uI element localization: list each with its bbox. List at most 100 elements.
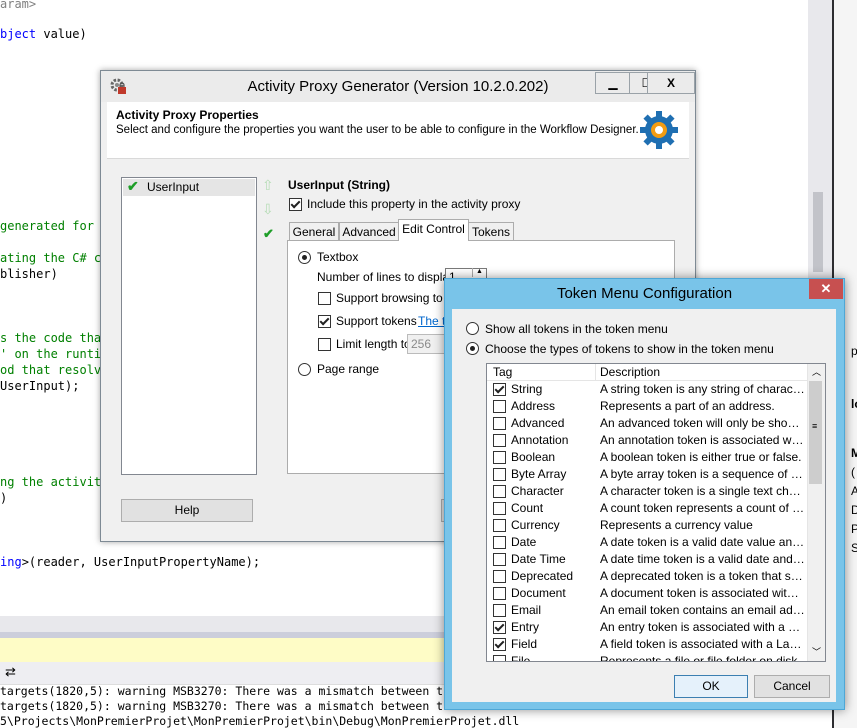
table-row[interactable]: Address Represents a part of an address.: [487, 398, 807, 415]
code-line: UserInput);: [0, 379, 79, 393]
tmc-close-button[interactable]: ✕: [809, 279, 843, 299]
table-row[interactable]: Advanced An advanced token will only be s…: [487, 415, 807, 432]
stepper-up-icon[interactable]: ▲: [472, 268, 486, 277]
code-token: UserInput);: [0, 379, 80, 393]
include-property-checkbox[interactable]: [289, 198, 302, 211]
code-token: ing: [0, 555, 22, 569]
cancel-button[interactable]: Cancel: [754, 675, 830, 698]
close-button[interactable]: X: [647, 72, 695, 94]
token-tag: Advanced: [511, 416, 565, 430]
code-token: value): [36, 27, 87, 41]
output-line: targets(1820,5): warning MSB3270: There …: [0, 699, 444, 713]
table-row[interactable]: Deprecated A deprecated token is a token …: [487, 568, 807, 585]
table-row[interactable]: Character A character token is a single t…: [487, 483, 807, 500]
table-row[interactable]: File Represents a file or file folder on …: [487, 653, 807, 662]
token-description: A byte array token is a sequence of byte…: [600, 467, 805, 481]
token-checkbox[interactable]: [493, 604, 506, 617]
table-row[interactable]: String A string token is any string of ch…: [487, 381, 807, 398]
column-tag[interactable]: Tag: [493, 365, 512, 379]
token-tag: Date Time: [511, 552, 566, 566]
table-row[interactable]: Count A count token represents a count of…: [487, 500, 807, 517]
table-row[interactable]: Boolean A boolean token is either true or…: [487, 449, 807, 466]
tab-edit-control[interactable]: Edit Control: [398, 219, 469, 241]
apg-header-title: Activity Proxy Properties: [116, 108, 259, 122]
scroll-up-icon[interactable]: ︿: [812, 365, 821, 378]
property-list-item[interactable]: ✔ UserInput: [123, 178, 255, 196]
token-checkbox[interactable]: [493, 400, 506, 413]
property-list[interactable]: ✔ UserInput: [121, 177, 257, 475]
tab-advanced[interactable]: Advanced: [339, 222, 399, 242]
support-tokens-label: Support tokens: [336, 314, 417, 328]
token-checkbox[interactable]: [493, 502, 506, 515]
token-description: A count token represents a count of som.…: [600, 501, 805, 515]
editor-scroll-thumb[interactable]: [813, 192, 823, 272]
page-range-radio[interactable]: [298, 363, 311, 376]
move-up-icon[interactable]: ⇧: [262, 177, 274, 194]
token-checkbox[interactable]: [493, 485, 506, 498]
check-icon: ✔: [127, 178, 139, 194]
token-checkbox[interactable]: [493, 553, 506, 566]
table-row[interactable]: Email An email token contains an email ad…: [487, 602, 807, 619]
limit-length-checkbox[interactable]: [318, 338, 331, 351]
token-description: Represents a currency value: [600, 518, 753, 532]
token-checkbox[interactable]: [493, 383, 506, 396]
close-icon: ✕: [820, 281, 832, 296]
show-all-tokens-label: Show all tokens in the token menu: [485, 322, 668, 336]
table-row[interactable]: Entry An entry token is associated with a…: [487, 619, 807, 636]
token-checkbox[interactable]: [493, 536, 506, 549]
move-down-icon[interactable]: ⇩: [262, 201, 274, 218]
token-checkbox[interactable]: [493, 655, 506, 661]
token-checkbox[interactable]: [493, 468, 506, 481]
table-row[interactable]: Field A field token is associated with a …: [487, 636, 807, 653]
token-checkbox[interactable]: [493, 417, 506, 430]
code-token: ating the C# c: [0, 251, 102, 265]
table-row[interactable]: Byte Array A byte array token is a sequen…: [487, 466, 807, 483]
table-row[interactable]: Document A document token is associated w…: [487, 585, 807, 602]
output-window-header: [0, 638, 445, 663]
property-title: UserInput (String): [288, 178, 390, 192]
token-checkbox[interactable]: [493, 621, 506, 634]
token-tag: Address: [511, 399, 556, 413]
column-description[interactable]: Description: [600, 365, 660, 379]
panel-text: pl: [851, 344, 857, 358]
editor-horizontal-scrollbar[interactable]: [0, 616, 445, 632]
token-tag: Byte Array: [511, 467, 567, 481]
output-line: 5\Projects\MonPremierProjet\MonPremierPr…: [0, 714, 520, 728]
scroll-down-icon[interactable]: ﹀: [812, 645, 821, 658]
ok-button[interactable]: OK: [674, 675, 748, 698]
panel-text: lo: [851, 397, 857, 411]
table-row[interactable]: Currency Represents a currency value: [487, 517, 807, 534]
page-range-label: Page range: [317, 362, 380, 376]
table-row[interactable]: Date A date token is a valid date value a…: [487, 534, 807, 551]
token-checkbox[interactable]: [493, 570, 506, 583]
limit-length-input[interactable]: 256: [407, 334, 445, 354]
show-all-tokens-radio[interactable]: [466, 322, 479, 335]
tab-general[interactable]: General: [289, 222, 339, 242]
table-row[interactable]: Annotation An annotation token is associa…: [487, 432, 807, 449]
token-tag: Character: [511, 484, 564, 498]
help-button[interactable]: Help: [121, 499, 253, 522]
browse-checkbox[interactable]: [318, 292, 331, 305]
token-checkbox[interactable]: [493, 519, 506, 532]
token-table-scroll-thumb[interactable]: ≡: [809, 381, 822, 484]
choose-tokens-radio[interactable]: [466, 342, 479, 355]
apg-header-subtitle: Select and configure the properties you …: [116, 124, 639, 136]
code-token: blisher): [0, 267, 58, 281]
minimize-button[interactable]: ▁: [595, 72, 630, 94]
token-description: Represents a file or file folder on disk: [600, 654, 798, 662]
token-checkbox[interactable]: [493, 638, 506, 651]
tmc-body: Show all tokens in the token menu Choose…: [452, 309, 836, 702]
token-checkbox[interactable]: [493, 451, 506, 464]
textbox-radio[interactable]: [298, 251, 311, 264]
code-token: ): [0, 491, 8, 505]
token-checkbox[interactable]: [493, 587, 506, 600]
token-description: An advanced token will only be shown i..…: [600, 416, 805, 430]
token-checkbox[interactable]: [493, 434, 506, 447]
support-tokens-checkbox[interactable]: [318, 315, 331, 328]
panel-text: P: [851, 522, 857, 536]
token-table[interactable]: Tag Description String A string token is …: [486, 363, 826, 662]
property-name: UserInput: [147, 180, 200, 194]
tab-tokens[interactable]: Tokens: [468, 222, 514, 242]
table-row[interactable]: Date Time A date time token is a valid da…: [487, 551, 807, 568]
word-wrap-icon[interactable]: ⇄: [5, 664, 16, 680]
